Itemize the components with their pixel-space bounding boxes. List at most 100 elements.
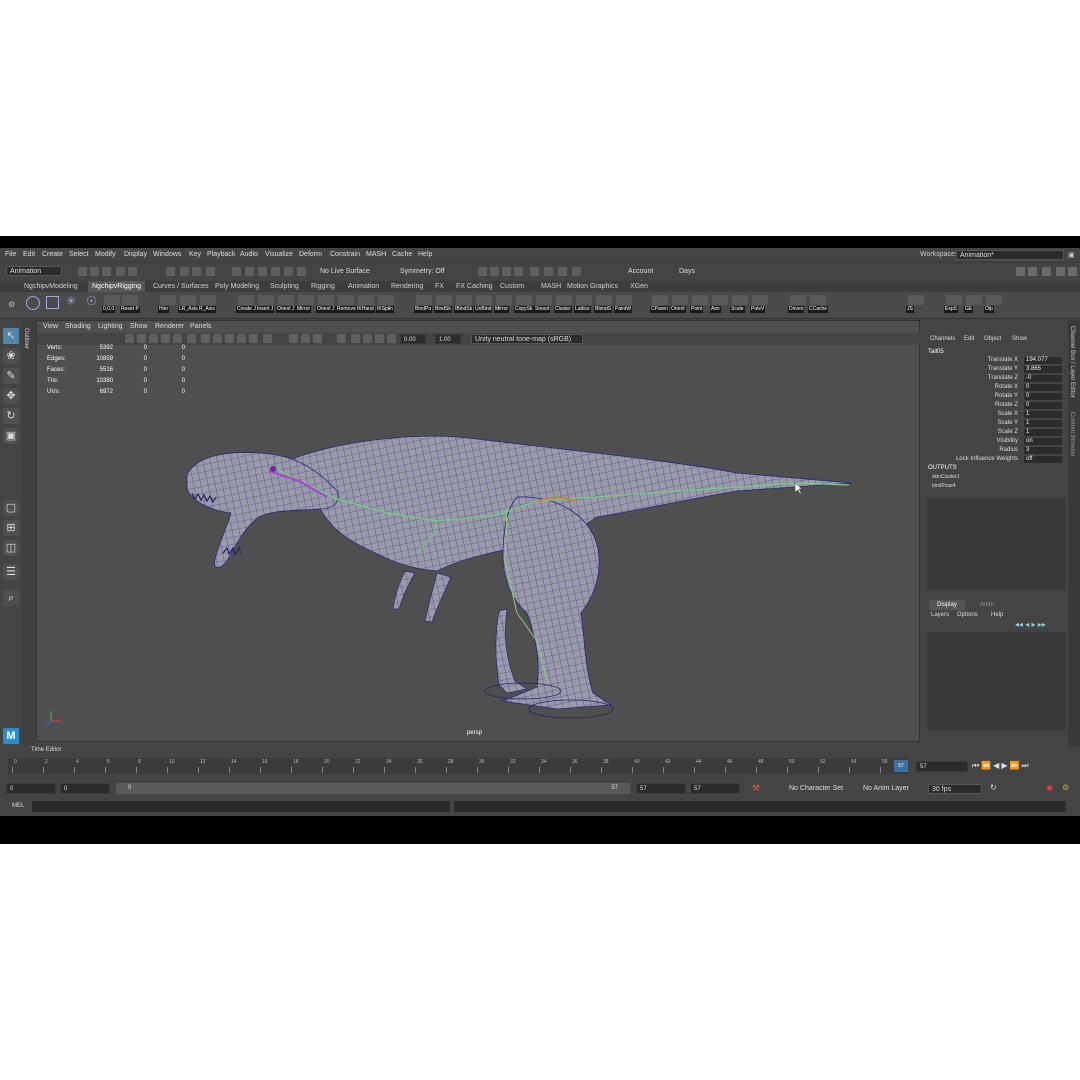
status-tool-icon[interactable] (116, 267, 125, 276)
panel-toggle-icon[interactable] (1016, 267, 1025, 276)
shelf-button-label[interactable]: Mirror (296, 306, 312, 313)
shelf-button-label[interactable]: Insert J (256, 306, 275, 313)
menu-constrain[interactable]: Constrain (330, 251, 360, 258)
paint-select-icon[interactable]: ✎ (3, 368, 19, 384)
status-tool-icon[interactable] (478, 267, 487, 276)
status-tool-icon[interactable] (206, 267, 215, 276)
status-tool-icon[interactable] (102, 267, 111, 276)
channel-row[interactable]: Scale X 1 (924, 411, 1064, 419)
shelf-button-icon[interactable] (966, 295, 982, 305)
time-slider-bar[interactable]: 0 2 4 6 8 10 12 14 16 18 20 22 24 26 28 30 32 34 36 38 40 42 4… (8, 758, 908, 774)
rotate-tool-icon[interactable]: ↻ (3, 408, 19, 424)
end-time-field[interactable]: 57 (690, 783, 740, 794)
shelf-tab-13[interactable]: XGen (626, 281, 652, 292)
time-slider[interactable]: 0 2 4 6 8 10 12 14 16 18 20 22 24 26 28 30 32 34 36 38 40 42 4… (0, 758, 1080, 778)
menu-key[interactable]: Key (189, 251, 201, 258)
current-frame-marker[interactable]: 57 (894, 760, 908, 772)
shelf-button-label[interactable]: R_Axis (198, 306, 216, 313)
fps-dropdown[interactable]: 30 fps (928, 784, 982, 794)
channel-row[interactable]: Rotate Y 0 (924, 393, 1064, 401)
shelf-button-icon[interactable] (238, 295, 254, 305)
anim-layer-dropdown[interactable]: No Anim Layer (860, 784, 918, 794)
menu-visualize[interactable]: Visualize (265, 251, 293, 258)
character-set-dropdown[interactable]: No Character Set (786, 784, 844, 794)
tab-channel-box[interactable]: Channel Box / Layer Editor (1069, 326, 1075, 398)
shelf-button-icon[interactable] (672, 295, 688, 305)
menu-create[interactable]: Create (42, 251, 63, 258)
shelf-tab-5[interactable]: Rigging (307, 281, 339, 292)
shelf-button-icon[interactable] (258, 295, 274, 305)
shelf-tab-8[interactable]: FX (431, 281, 448, 292)
shelf-button-label[interactable]: Smoot (534, 306, 551, 313)
shelf-tab-4[interactable]: Sculpting (266, 281, 303, 292)
shelf-button-label[interactable]: IKSplin (376, 306, 394, 313)
shelf-button-label[interactable]: UnBind (474, 306, 493, 313)
outliner-layout-icon[interactable]: ☰ (3, 564, 19, 580)
viewport-persp[interactable]: View Shading Lighting Show Renderer Panels 0.… (36, 320, 921, 742)
shelf-button-label[interactable]: CParen (650, 306, 669, 313)
channel-value[interactable]: 0 (1024, 402, 1062, 409)
status-tool-icon[interactable] (232, 267, 241, 276)
channel-value[interactable]: 1 (1024, 429, 1062, 436)
nurbs-circle-icon[interactable] (26, 296, 40, 310)
shelf-button-icon[interactable] (692, 295, 708, 305)
shelf-tab-11[interactable]: MASH (537, 281, 565, 292)
status-tool-icon[interactable] (90, 267, 99, 276)
shelf-button-label[interactable]: GE (964, 306, 974, 313)
layer-tab-display[interactable]: Display (929, 600, 965, 610)
channel-value[interactable]: 3 (1024, 447, 1062, 454)
shelf-button-label[interactable]: JS (906, 306, 914, 313)
status-tool-icon[interactable] (128, 267, 137, 276)
status-tool-icon[interactable] (180, 267, 189, 276)
shelf-button-label[interactable]: Olp (984, 306, 994, 313)
status-tool-icon[interactable] (514, 267, 523, 276)
shelf-button-label[interactable]: Orient J (316, 306, 336, 313)
panel-toggle-icon[interactable] (1056, 267, 1065, 276)
channel-value[interactable]: 0 (1024, 384, 1062, 391)
shelf-button-icon[interactable] (378, 295, 394, 305)
output-node[interactable]: bindPose4 (932, 483, 956, 489)
maya-logo-icon[interactable]: M (3, 728, 19, 744)
status-tool-icon[interactable] (271, 267, 280, 276)
shelf-button-icon[interactable] (338, 295, 354, 305)
shelf-button-icon[interactable] (122, 295, 138, 305)
outliner-strip[interactable]: Outliner (22, 320, 35, 746)
menu-mash[interactable]: MASH (366, 251, 386, 258)
shelf-button-icon[interactable] (752, 295, 768, 305)
locator-icon[interactable]: ✳ (66, 294, 76, 308)
shelf-tab-1[interactable]: NgchipvRigging (88, 281, 146, 292)
channel-value[interactable]: 3.865 (1024, 366, 1062, 373)
layer-arrows-icons[interactable]: ◂◂ ◂ ▸ ▸▸ (1015, 620, 1046, 629)
menu-playback[interactable]: Playback (207, 251, 235, 258)
channel-row[interactable]: Scale Z 1 (924, 429, 1064, 437)
nurbs-square-icon[interactable] (46, 296, 59, 309)
menu-windows[interactable]: Windows (153, 251, 181, 258)
shelf-button-icon[interactable] (946, 295, 962, 305)
shelf-options-icon[interactable]: ⚙ (8, 300, 15, 309)
status-tool-icon[interactable] (284, 267, 293, 276)
command-input[interactable] (32, 801, 450, 812)
shelf-tab-2[interactable]: Curves / Surfaces (149, 281, 213, 292)
menu-help[interactable]: Help (418, 251, 432, 258)
channel-value[interactable]: 0 (1024, 393, 1062, 400)
select-tool-icon[interactable]: ↖ (3, 328, 19, 344)
status-tool-icon[interactable] (245, 267, 254, 276)
shelf-button-label[interactable]: Lattice (574, 306, 591, 313)
panel-toggle-icon[interactable] (1042, 267, 1051, 276)
menu-cache[interactable]: Cache (392, 251, 412, 258)
channel-row[interactable]: Rotate Z 0 (924, 402, 1064, 410)
outliner-tab[interactable]: Outliner (23, 328, 29, 349)
search-icon[interactable]: ⌕ (3, 590, 19, 606)
shelf-tab-0[interactable]: NgchipvModeling (20, 281, 82, 292)
status-tool-icon[interactable] (192, 267, 201, 276)
menu-deform[interactable]: Deform (299, 251, 322, 258)
channel-row[interactable]: Translate Y 3.865 (924, 366, 1064, 374)
menu-audio[interactable]: Audio (240, 251, 258, 258)
shelf-button-icon[interactable] (496, 295, 512, 305)
shelf-button-icon[interactable] (358, 295, 374, 305)
joint-icon[interactable]: ☉ (86, 294, 97, 308)
shelf-tab-12[interactable]: Motion Graphics (563, 281, 622, 292)
panel-toggle-icon[interactable] (1028, 267, 1037, 276)
shelf-button-icon[interactable] (436, 295, 452, 305)
shelf-button-label[interactable]: Orient J (276, 306, 296, 313)
